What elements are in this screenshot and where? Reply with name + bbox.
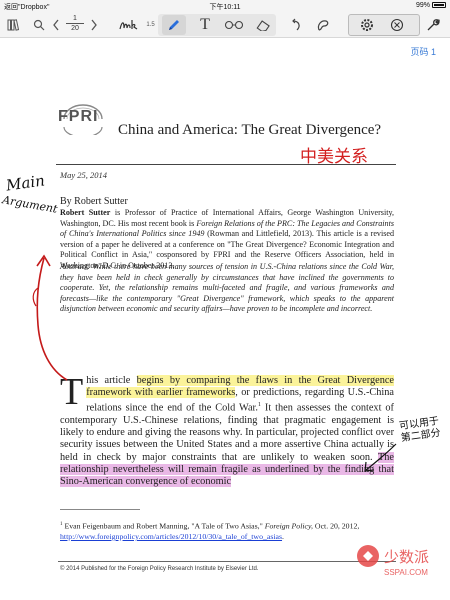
annotation-side-note: 可以用于 第二部分 bbox=[398, 415, 442, 445]
prev-page-icon[interactable] bbox=[50, 15, 62, 35]
footnote-link[interactable]: http://www.foreignpolicy.com/articles/20… bbox=[60, 532, 282, 541]
drop-cap: T bbox=[60, 371, 84, 413]
settings-icon[interactable] bbox=[358, 15, 376, 35]
battery-status: 99% bbox=[416, 2, 446, 9]
undo-icon[interactable] bbox=[288, 15, 304, 35]
library-icon[interactable] bbox=[6, 15, 22, 35]
footnote-journal: Foreign Policy, bbox=[264, 521, 313, 531]
pen-size-label: 1.5 bbox=[146, 22, 155, 28]
status-bar: 返回"Dropbox" 下午10:11 99% bbox=[0, 0, 450, 12]
annotation-argument: Argument bbox=[1, 193, 59, 216]
footer-divider bbox=[58, 561, 396, 562]
search-icon[interactable] bbox=[32, 15, 46, 35]
glasses-icon[interactable] bbox=[222, 15, 246, 35]
footnote-end: . bbox=[282, 532, 284, 542]
battery-percent: 99% bbox=[415, 2, 430, 9]
page-total: 20 bbox=[71, 25, 79, 32]
body-text: his article bbox=[86, 375, 137, 386]
battery-icon bbox=[432, 2, 446, 8]
next-page-icon[interactable] bbox=[88, 15, 100, 35]
footnote-date: Oct. 20, 2012, bbox=[312, 521, 360, 531]
title-divider bbox=[56, 164, 396, 165]
footnote: 1 Evan Feigenbaum and Robert Manning, "A… bbox=[60, 520, 394, 543]
document-title: China and America: The Great Divergence? bbox=[118, 122, 382, 138]
sspai-watermark: 少数派 SSPAI.COM bbox=[357, 545, 429, 577]
close-tool-icon[interactable] bbox=[388, 15, 406, 35]
eraser-icon[interactable] bbox=[252, 15, 274, 35]
pen-icon[interactable] bbox=[162, 15, 186, 35]
page-counter[interactable]: 1 20 bbox=[64, 14, 86, 33]
watermark-brand: 少数派 bbox=[384, 548, 429, 566]
footnote-text: Evan Feigenbaum and Robert Manning, "A T… bbox=[62, 521, 265, 531]
abstract: Abstract: While there have been many sou… bbox=[60, 262, 394, 313]
page-number-label[interactable]: 页码 1 bbox=[410, 45, 436, 58]
footnote-divider bbox=[60, 509, 140, 510]
author-line: By Robert Sutter bbox=[60, 196, 128, 207]
lasso-icon[interactable] bbox=[314, 15, 332, 35]
clock: 下午10:11 bbox=[209, 4, 241, 11]
text-tool-icon[interactable]: T bbox=[193, 15, 217, 35]
publication-date: May 25, 2014 bbox=[60, 170, 107, 180]
handwriting-icon bbox=[119, 20, 138, 30]
logo-text: FPRI bbox=[58, 108, 99, 125]
watermark-url: SSPAI.COM bbox=[384, 568, 428, 577]
handwriting-tool[interactable]: 1.5 bbox=[118, 15, 156, 35]
toolbar: 1 20 1.5 T bbox=[0, 12, 450, 38]
body-paragraph: This article begins by comparing the fla… bbox=[60, 371, 394, 488]
annotation-main: Main bbox=[4, 171, 46, 195]
page-current: 1 bbox=[73, 15, 77, 22]
bio-name: Robert Sutter bbox=[60, 208, 111, 217]
copyright-notice: © 2014 Published for the Foreign Policy … bbox=[60, 566, 259, 572]
wrench-icon[interactable] bbox=[424, 15, 442, 35]
